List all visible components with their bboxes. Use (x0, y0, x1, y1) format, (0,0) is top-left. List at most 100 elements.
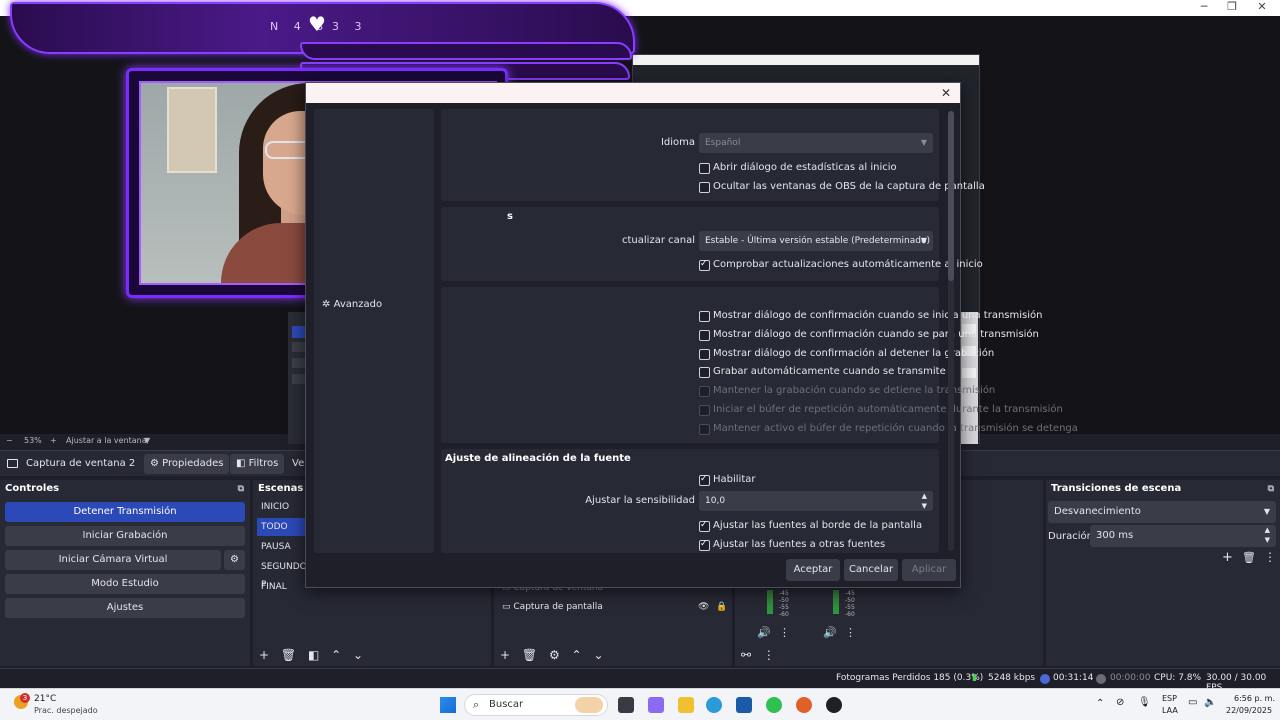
hide-obs-windows-checkbox[interactable]: Ocultar las ventanas de OBS de la captur… (699, 180, 985, 194)
eye-icon[interactable]: 👁 (698, 602, 709, 612)
close-icon[interactable]: ✕ (938, 85, 954, 101)
virtual-cam-settings-button[interactable]: ⚙ (224, 550, 245, 570)
network-icon[interactable]: ⊘ (1116, 697, 1124, 708)
speaker-icon[interactable]: 🔊 (823, 626, 837, 639)
add-icon[interactable]: + (500, 648, 510, 662)
lang-bottom[interactable]: LAA (1162, 706, 1178, 715)
record-time: 00:00:00 (1110, 673, 1151, 683)
lang-top[interactable]: ESP (1162, 694, 1177, 703)
task-view-icon[interactable] (618, 697, 634, 713)
confirm-stop-stream-checkbox[interactable]: Mostrar diálogo de confirmación cuando s… (699, 328, 1039, 342)
stats-on-start-checkbox[interactable]: Abrir diálogo de estadísticas al inicio (699, 161, 897, 175)
spin-arrows-icon[interactable]: ▲ ▼ (1265, 525, 1270, 545)
output-section: Mostrar diálogo de confirmación cuando s… (441, 287, 1078, 443)
controls-title: Controles (5, 483, 60, 494)
ok-button[interactable]: Aceptar (786, 559, 840, 581)
record-icon (1096, 674, 1106, 684)
windows-start-icon[interactable] (440, 697, 456, 713)
filter-icon[interactable]: ◧ (308, 648, 319, 662)
replay-buffer-keep-checkbox[interactable]: Mantener activo el búfer de repetición c… (699, 422, 1078, 436)
spin-arrows-icon[interactable]: ▲ ▼ (922, 491, 927, 511)
arrow-down-icon[interactable]: ⌄ (593, 648, 603, 662)
maximize-icon[interactable]: ❐ (1218, 0, 1246, 14)
menu-dots-icon[interactable]: ⋮ (763, 648, 775, 662)
menu-dots-icon[interactable]: ⋮ (1264, 550, 1276, 564)
trash-icon[interactable]: 🗑 (1242, 551, 1256, 564)
menu-dots-icon[interactable]: ⋮ (779, 626, 790, 639)
file-explorer-icon[interactable] (678, 697, 694, 713)
scene-item[interactable]: PAUSA (257, 538, 309, 556)
zoom-in-button[interactable]: + (50, 436, 57, 445)
chevron-down-icon[interactable]: ▼ (144, 436, 150, 445)
snapping-enable-checkbox[interactable]: Habilitar (699, 472, 756, 487)
arrow-up-icon[interactable]: ⌃ (572, 648, 582, 662)
settings-button[interactable]: Ajustes (5, 598, 245, 618)
transitions-title: Transiciones de escena (1051, 483, 1182, 494)
microphone-icon[interactable]: 🎙 (1138, 697, 1151, 708)
lock-icon[interactable]: 🔒 (716, 602, 727, 612)
fit-window-label[interactable]: Ajustar a la ventana (66, 436, 147, 445)
taskbar-search[interactable]: ⌕ Buscar (464, 694, 608, 716)
windows-taskbar: 3 21°C Prac. despejado ⌕ Buscar ⌃ ⊘ 🎙 ES… (0, 688, 1280, 720)
add-icon[interactable]: + (1222, 550, 1233, 565)
minimize-icon[interactable]: ─ (1190, 0, 1218, 14)
studio-mode-button[interactable]: Modo Estudio (5, 574, 245, 594)
mixer-toolbar: ⚯ ⋮ (741, 648, 783, 662)
settings-scrollbar[interactable] (948, 111, 954, 551)
sources-toolbar: + 🗑 ⚙ ⌃ ⌄ (500, 648, 612, 662)
banner-code-right: 3 3 (332, 20, 368, 33)
start-recording-button[interactable]: Iniciar Grabación (5, 526, 245, 546)
filters-button[interactable]: ◧ Filtros (230, 454, 285, 474)
add-icon[interactable]: + (259, 648, 269, 662)
sensitivity-spinbox[interactable]: 10,0 ▲ ▼ (699, 491, 933, 511)
popout-icon[interactable]: ⧉ (238, 480, 244, 498)
properties-button[interactable]: ⚙ Propiedades (144, 454, 230, 474)
display-icon[interactable]: ▭ (1188, 697, 1197, 708)
clock-time[interactable]: 6:56 p. m. (1234, 694, 1275, 703)
cancel-button[interactable]: Cancelar (844, 559, 898, 581)
scrollbar-thumb[interactable] (948, 111, 954, 281)
trash-icon[interactable]: 🗑 (281, 648, 296, 662)
volume-icon[interactable]: 🔈 (1204, 697, 1216, 708)
zoom-out-button[interactable]: − (6, 436, 13, 445)
scene-item[interactable]: INICIO (257, 498, 309, 516)
trash-icon[interactable]: 🗑 (522, 648, 537, 662)
close-icon[interactable]: ✕ (1248, 0, 1276, 14)
source-item[interactable]: ▭ Captura de pantalla 👁 🔒 (502, 602, 730, 612)
update-channel-select[interactable]: Estable - Última versión estable (Predet… (699, 231, 933, 251)
sidebar-item-advanced[interactable]: ✲ Avanzado (322, 299, 382, 310)
obs-icon[interactable] (826, 697, 842, 713)
confirm-start-stream-checkbox[interactable]: Mostrar diálogo de confirmación cuando s… (699, 309, 1042, 323)
selected-source-name: Captura de ventana 2 (26, 458, 136, 469)
transition-type-select[interactable]: Desvanecimiento ▼ (1048, 501, 1276, 523)
apply-button[interactable]: Aplicar (902, 559, 956, 581)
gear-icon[interactable]: ⚙ (549, 648, 560, 662)
arrow-down-icon[interactable]: ⌄ (353, 648, 363, 662)
duration-spinbox[interactable]: 300 ms ▲ ▼ (1090, 525, 1276, 547)
menu-dots-icon[interactable]: ⋮ (845, 626, 856, 639)
whatsapp-icon[interactable] (766, 697, 782, 713)
scene-item[interactable]: SEGUNDO P (257, 558, 309, 590)
clock-date[interactable]: 22/09/2025 (1226, 706, 1272, 715)
scene-item-selected[interactable]: TODO (257, 518, 309, 536)
snap-other-sources-checkbox[interactable]: Ajustar las fuentes a otras fuentes (699, 537, 885, 552)
filter-icon: ◧ (236, 458, 246, 469)
replay-buffer-auto-checkbox[interactable]: Iniciar el búfer de repetición automátic… (699, 403, 1063, 417)
chevron-down-icon: ▼ (1263, 507, 1270, 516)
auto-record-checkbox[interactable]: Grabar automáticamente cuando se transmi… (699, 365, 946, 379)
auto-check-updates-checkbox[interactable]: Comprobar actualizaciones automáticament… (699, 257, 983, 272)
scene-item[interactable]: FINAL (257, 578, 309, 596)
start-virtual-cam-button[interactable]: Iniciar Cámara Virtual (5, 550, 221, 570)
arrow-up-icon[interactable]: ⌃ (331, 648, 341, 662)
firefox-icon[interactable] (796, 697, 812, 713)
popout-icon[interactable]: ⧉ (1268, 480, 1274, 498)
chevron-up-icon[interactable]: ⌃ (1096, 698, 1104, 709)
speaker-icon[interactable]: 🔊 (757, 626, 771, 639)
link-icon[interactable]: ⚯ (741, 648, 751, 662)
stop-stream-button[interactable]: Detener Transmisión (5, 502, 245, 522)
snap-edges-checkbox[interactable]: Ajustar las fuentes al borde de la panta… (699, 518, 922, 533)
language-select[interactable]: Español ▼ (699, 133, 933, 153)
copilot-icon[interactable] (648, 697, 664, 713)
edge-icon[interactable] (706, 697, 722, 713)
store-icon[interactable] (736, 697, 752, 713)
